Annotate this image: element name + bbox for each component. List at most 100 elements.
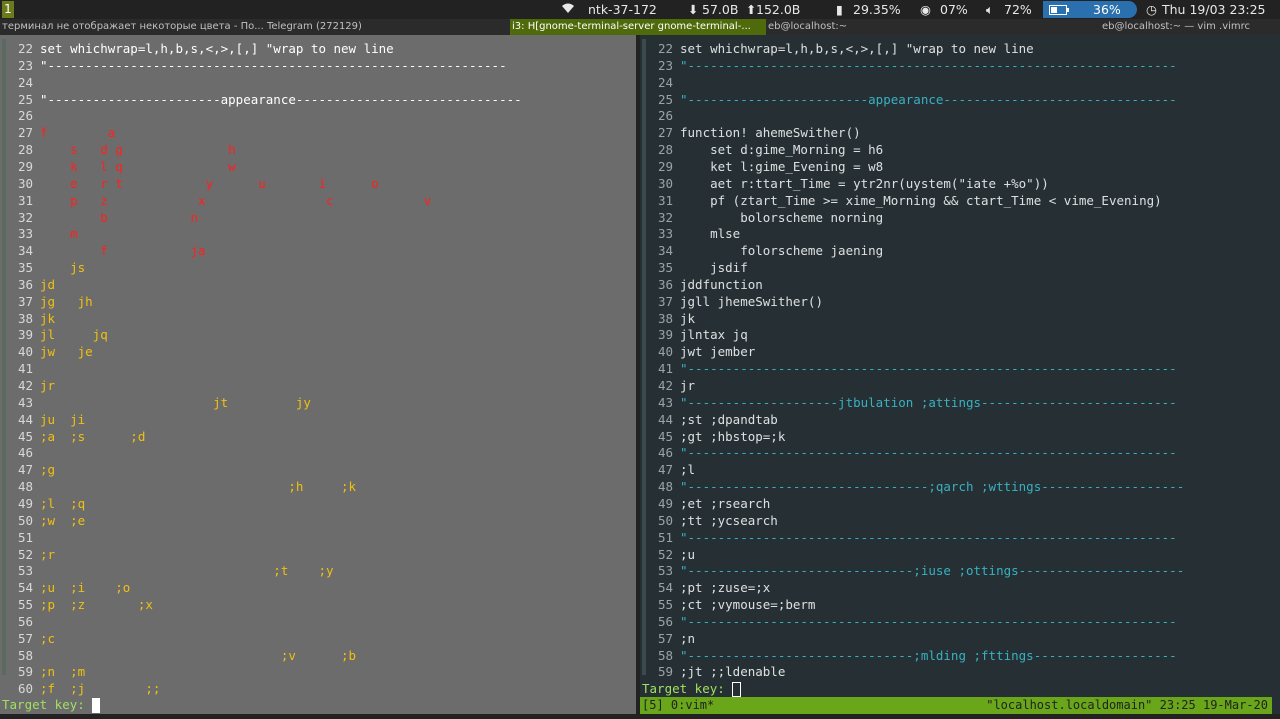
window-title-localhost[interactable]: eb@localhost:~ [766,19,1012,35]
code-line: 59 ;n ;m [0,663,85,680]
line-number: 41 [17,361,33,377]
line-number: 40 [17,344,33,360]
line-text: k l q w [40,158,236,174]
code-line: 39 jl jq [0,326,108,343]
line-text: f ja [40,243,206,259]
cursor [92,698,101,713]
window-title-gnome-terminal[interactable]: i3: H[gnome-terminal-server gnome-termin… [510,19,766,35]
line-number: 46 [657,445,673,461]
code-line: 36 jd [0,276,55,293]
line-number: 32 [657,209,673,225]
tmux-window-list[interactable]: [5] 0:vim* [642,697,714,714]
line-number: 59 [17,664,33,680]
line-text: "------------------------appearance-----… [680,91,1177,107]
line-number: 28 [17,142,33,158]
target-key-label: Target key: [642,681,725,696]
line-number: 30 [17,175,33,191]
line-number: 37 [17,293,33,309]
line-number: 52 [657,546,673,562]
line-text: ;u ;i ;o [40,580,131,596]
line-number: 31 [17,192,33,208]
line-number: 53 [17,563,33,579]
code-line: 49 ;et ;rsearch [640,495,770,512]
workspace-button[interactable]: 1 [2,1,14,18]
right-terminal-pane[interactable]: 22 set whichwrap=l,h,b,s,<,>,[,] "wrap to… [640,35,1280,719]
line-text: "-----------------------appearance------… [40,91,522,107]
disk-usage: 07% [940,2,968,17]
window-title-telegram[interactable]: терминал не отображает некоторые цвета -… [0,19,510,35]
code-line: 39 jlntax jq [640,326,748,343]
line-number: 41 [657,361,673,377]
line-text: "---------------------------------------… [680,613,1177,629]
code-line: 42 jr [0,377,55,394]
line-number: 57 [17,630,33,646]
code-line: 32 b n [0,209,198,226]
line-number: 47 [17,462,33,478]
line-number: 36 [17,276,33,292]
code-line: 45 ;gt ;hbstop=;k [640,428,785,445]
line-number: 53 [657,563,673,579]
window-title-vim[interactable]: eb@localhost:~ — vim .vimrc [1012,19,1280,35]
code-line: 44 ;st ;dpandtab [640,411,778,428]
line-number: 50 [657,512,673,528]
code-line: 24 [640,74,680,91]
code-line: 47 ;l [640,461,695,478]
line-number: 40 [657,344,673,360]
code-line: 52 ;r [0,546,55,563]
line-text: set whichwrap=l,h,b,s,<,>,[,] "wrap to n… [40,41,394,56]
code-line: 35 jsdif [640,259,748,276]
line-number: 24 [17,74,33,90]
line-text: bolorscheme norning [680,209,884,225]
code-line: 58 ;v ;b [0,647,356,664]
battery-level: 36% [1093,2,1121,17]
cursor [732,682,742,697]
line-number: 52 [17,546,33,562]
left-terminal-pane[interactable]: 22 set whichwrap=l,h,b,s,<,>,[,] "wrap to… [0,35,636,714]
line-text: ;n [680,630,696,646]
battery-indicator: 36% [1043,1,1137,18]
line-text: jd [40,276,56,292]
line-number: 32 [17,209,33,225]
disk-icon: ◉ [920,2,931,17]
code-line: 48 "--------------------------------;qarc… [640,478,1184,495]
target-key-prompt[interactable]: Target key: [642,680,742,697]
code-line: 48 ;h ;k [0,478,356,495]
code-line: 44 ju ji [0,411,85,428]
code-line: 24 [0,74,40,91]
line-number: 47 [657,462,673,478]
line-number: 45 [657,428,673,444]
target-key-prompt[interactable]: Target key: [2,696,101,713]
code-line: 43 jt jy [0,394,311,411]
line-text: jt jy [40,394,311,410]
code-line: 53 "------------------------------;iuse ;… [640,562,1184,579]
code-line: 29 ket l:gime_Evening = w8 [640,158,883,175]
download-arrow-icon: ⬇ [688,2,699,17]
volume-icon: 🔈︎ [986,2,994,17]
code-line: 29 k l q w [0,158,236,175]
line-number: 54 [17,580,33,596]
code-line: 38 jk [640,310,695,327]
line-number: 60 [17,681,33,697]
line-text: jddfunction [680,276,763,292]
line-text: m [40,226,78,242]
line-text: ;g [40,462,56,478]
code-line: 31 p z x c v [0,192,431,209]
line-number: 31 [657,192,673,208]
code-line: 33 m [0,225,78,242]
line-text: ;r [40,546,56,562]
line-number: 33 [657,226,673,242]
host-label: ntk-37-172 [588,2,657,17]
line-number: 23 [657,57,673,73]
line-number: 30 [657,175,673,191]
line-number: 48 [657,479,673,495]
code-line: 40 jwt jember [640,343,755,360]
line-text: ;l [680,462,696,478]
cpu-usage: 29.35% [853,2,901,17]
line-text: "--------------------jtbulation ;attings… [680,394,1177,410]
code-line: 23 "-------------------------------------… [0,57,507,74]
code-line: 50 ;w ;e [0,512,85,529]
line-text: "------------------------------;iuse ;ot… [680,563,1185,579]
code-line: 58 "------------------------------;mlding… [640,647,1177,664]
code-line: 51 [0,529,40,546]
line-number: 56 [17,613,33,629]
